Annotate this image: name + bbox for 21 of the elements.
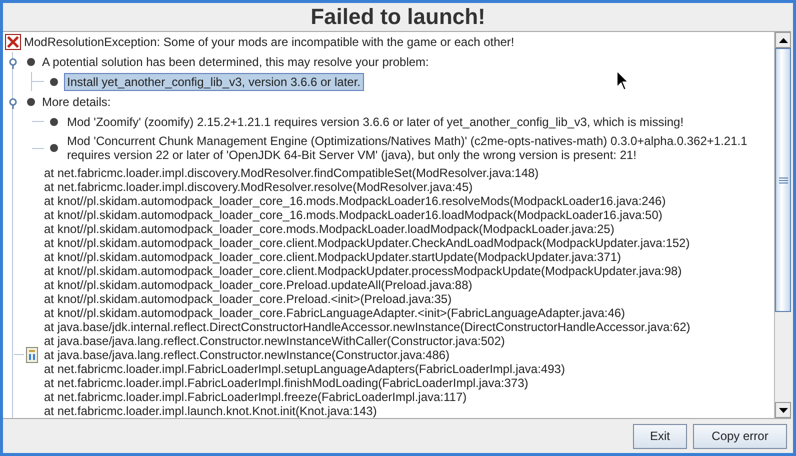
scrollbar-thumb[interactable]: [775, 48, 791, 312]
document-icon: [26, 347, 38, 363]
scroll-down-icon[interactable]: [775, 402, 791, 418]
bullet-icon: [50, 118, 58, 126]
exit-button[interactable]: Exit: [633, 424, 687, 448]
scroll-up-icon[interactable]: [775, 32, 791, 48]
copy-button[interactable]: Copy error: [693, 424, 787, 448]
bullet-icon: [27, 58, 35, 66]
tree-item[interactable]: Mod 'Zoomify' (zoomify) 2.15.2+1.21.1 requires version 3.6.6 or later of yet_another_config_lib_v3, which is missing!: [64, 112, 687, 130]
stack-trace[interactable]: at net.fabricmc.loader.impl.discovery.ModResolver.findCompatibleSet(ModResolver.java:148) at net.fabricmc.loader.impl.discovery.ModResolver.resolve(ModResolver.java:45) at knot//pl.skidam.automodpack_loader_core_16.mods.ModpackLoader16.resolveMods(ModpackLoader16.java:246) at knot//pl.skidam.automodpack_loader_core_16.mods.ModpackLoader16.loadModpack(ModpackLoader16.java:50) at knot//pl.skidam.automodpack_loader_core.mods.ModpackLoader.loadModpack(ModpackLoader.java:25) at knot//pl.skidam.automodpack_loader_core.client.ModpackUpdater.CheckAndLoadModpack(ModpackUpdater.java:152) at knot//pl.skidam.automodpack_loader_core.client.ModpackUpdater.startUpdate(ModpackUpdater.java:371) at knot//pl.skidam.automodpack_loader_core.client.ModpackUpdater.processModpackUpdate(ModpackUpdater.java:98) at knot//pl.skidam.automodpack_loader_core.Preload.updateAll(Preload.java:88) at knot//pl.skidam.automodpack_loader_core.Preload.<init>(Preload.java:35) at knot//pl.skidam.automodpack_loader_core.FabricLanguageAdapter.<init>(FabricLanguageAdapter.java:46) at java.base/jdk.internal.reflect.DirectConstructorHandleAccessor.newInstance(DirectConstructorHandleAccessor.java:62) at java.base/java.lang.reflect.Constructor.newInstanceWithCaller(Constructor.java:502) at java.base/java.lang.reflect.Constructor.newInstance(Constructor.java:486) at net.fabricmc.loader.impl.FabricLoaderImpl.setupLanguageAdapters(FabricLoaderImpl.java:493) at net.fabricmc.loader.impl.FabricLoaderImpl.finishModLoading(FabricLoaderImpl.java:373) at net.fabricmc.loader.impl.FabricLoaderImpl.freeze(FabricLoaderImpl.java:117) at net.fabricmc.loader.impl.launch.knot.Knot.init(Knot.java:143): [43, 165, 692, 418]
tree-item[interactable]: Install yet_another_config_lib_v3, version 3.6.6 or later.: [64, 72, 364, 90]
error-message: ModResolutionException: Some of your mods are incompatible with the game or each other!: [24, 35, 514, 49]
bullet-icon: [50, 144, 58, 152]
bullet-icon: [50, 78, 58, 86]
bullet-icon: [27, 98, 35, 106]
mouse-pointer-icon: [616, 70, 629, 91]
scrollbar[interactable]: [774, 32, 791, 418]
tree-item[interactable]: Mod 'Concurrent Chunk Management Engine (Optimizations/Natives Math)' (c2me-opts-natives-math) 0.3.0+alpha.0.362+1.21.1 requires version 22 or later of 'OpenJDK 64-Bit Server VM' (java), but only the wrong version is present: 21!: [64, 132, 750, 164]
tree-node[interactable]: A potential solution has been determined, this may resolve your problem:: [42, 55, 429, 69]
tree-node[interactable]: More details:: [42, 95, 111, 109]
window-title: Failed to launch!: [310, 3, 486, 31]
